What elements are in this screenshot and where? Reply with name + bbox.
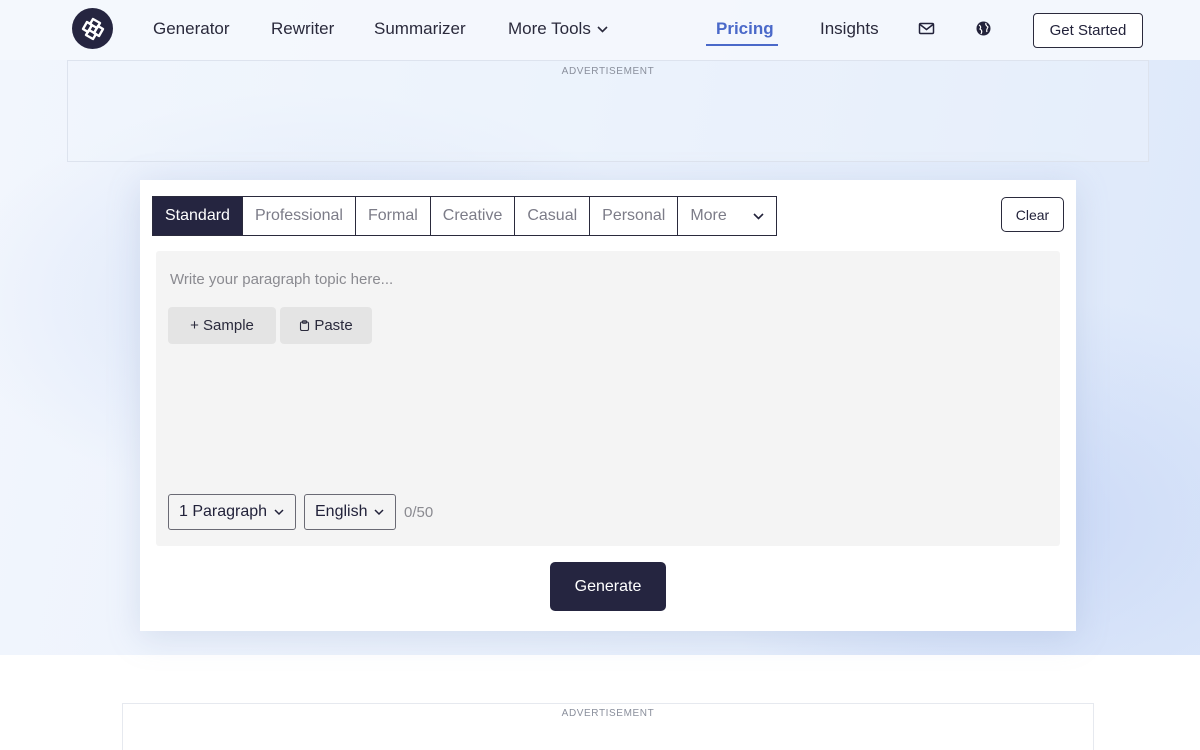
language-select[interactable]: English	[304, 494, 396, 530]
paragraph-count-value: 1 Paragraph	[179, 503, 268, 520]
paste-label: Paste	[314, 317, 353, 334]
tab-more-label: More	[690, 207, 727, 224]
tab-professional[interactable]: Professional	[242, 197, 356, 235]
paragraph-count-select[interactable]: 1 Paragraph	[168, 494, 296, 530]
sample-button[interactable]: + Sample	[168, 307, 276, 344]
character-counter: 0/50	[404, 504, 434, 521]
advertisement-label: ADVERTISEMENT	[561, 66, 655, 77]
chevron-down-icon	[753, 212, 764, 220]
tab-creative[interactable]: Creative	[430, 197, 516, 235]
language-value: English	[315, 503, 368, 520]
tab-standard[interactable]: Standard	[153, 197, 243, 235]
nav-link-summarizer[interactable]: Summarizer	[374, 19, 466, 39]
nav-link-insights[interactable]: Insights	[820, 19, 879, 39]
top-navbar: Generator Rewriter Summarizer More Tools…	[0, 0, 1200, 60]
nav-link-rewriter[interactable]: Rewriter	[271, 19, 334, 39]
active-link-underline	[706, 44, 778, 46]
globe-icon[interactable]	[975, 20, 992, 37]
logo-icon[interactable]	[72, 8, 113, 49]
generate-button[interactable]: Generate	[550, 562, 666, 611]
tab-formal[interactable]: Formal	[355, 197, 431, 235]
topic-editor: + Sample Paste 1 Paragraph English 0/50	[156, 251, 1060, 546]
clear-button[interactable]: Clear	[1001, 197, 1064, 232]
nav-more-tools-dropdown[interactable]: More Tools	[508, 19, 608, 39]
chevron-down-icon	[597, 26, 608, 33]
bottom-advertisement: ADVERTISEMENT	[122, 703, 1094, 750]
paste-button[interactable]: Paste	[280, 307, 372, 344]
paragraph-generator-card: Standard Professional Formal Creative Ca…	[140, 180, 1076, 631]
chevron-down-icon	[274, 508, 284, 515]
advertisement-label: ADVERTISEMENT	[561, 708, 655, 719]
tone-tabs: Standard Professional Formal Creative Ca…	[152, 196, 778, 236]
top-advertisement: ADVERTISEMENT	[67, 60, 1149, 162]
tab-personal[interactable]: Personal	[590, 197, 679, 235]
get-started-button[interactable]: Get Started	[1033, 13, 1143, 48]
nav-link-pricing[interactable]: Pricing	[716, 19, 774, 39]
tab-more-dropdown[interactable]: More	[678, 197, 777, 235]
chevron-down-icon	[374, 508, 385, 515]
clipboard-icon	[300, 320, 310, 331]
tab-casual[interactable]: Casual	[515, 197, 591, 235]
nav-link-more-tools-label: More Tools	[508, 19, 591, 38]
mail-icon[interactable]	[918, 20, 935, 37]
nav-link-generator[interactable]: Generator	[153, 19, 230, 39]
topic-input[interactable]	[156, 251, 1060, 307]
